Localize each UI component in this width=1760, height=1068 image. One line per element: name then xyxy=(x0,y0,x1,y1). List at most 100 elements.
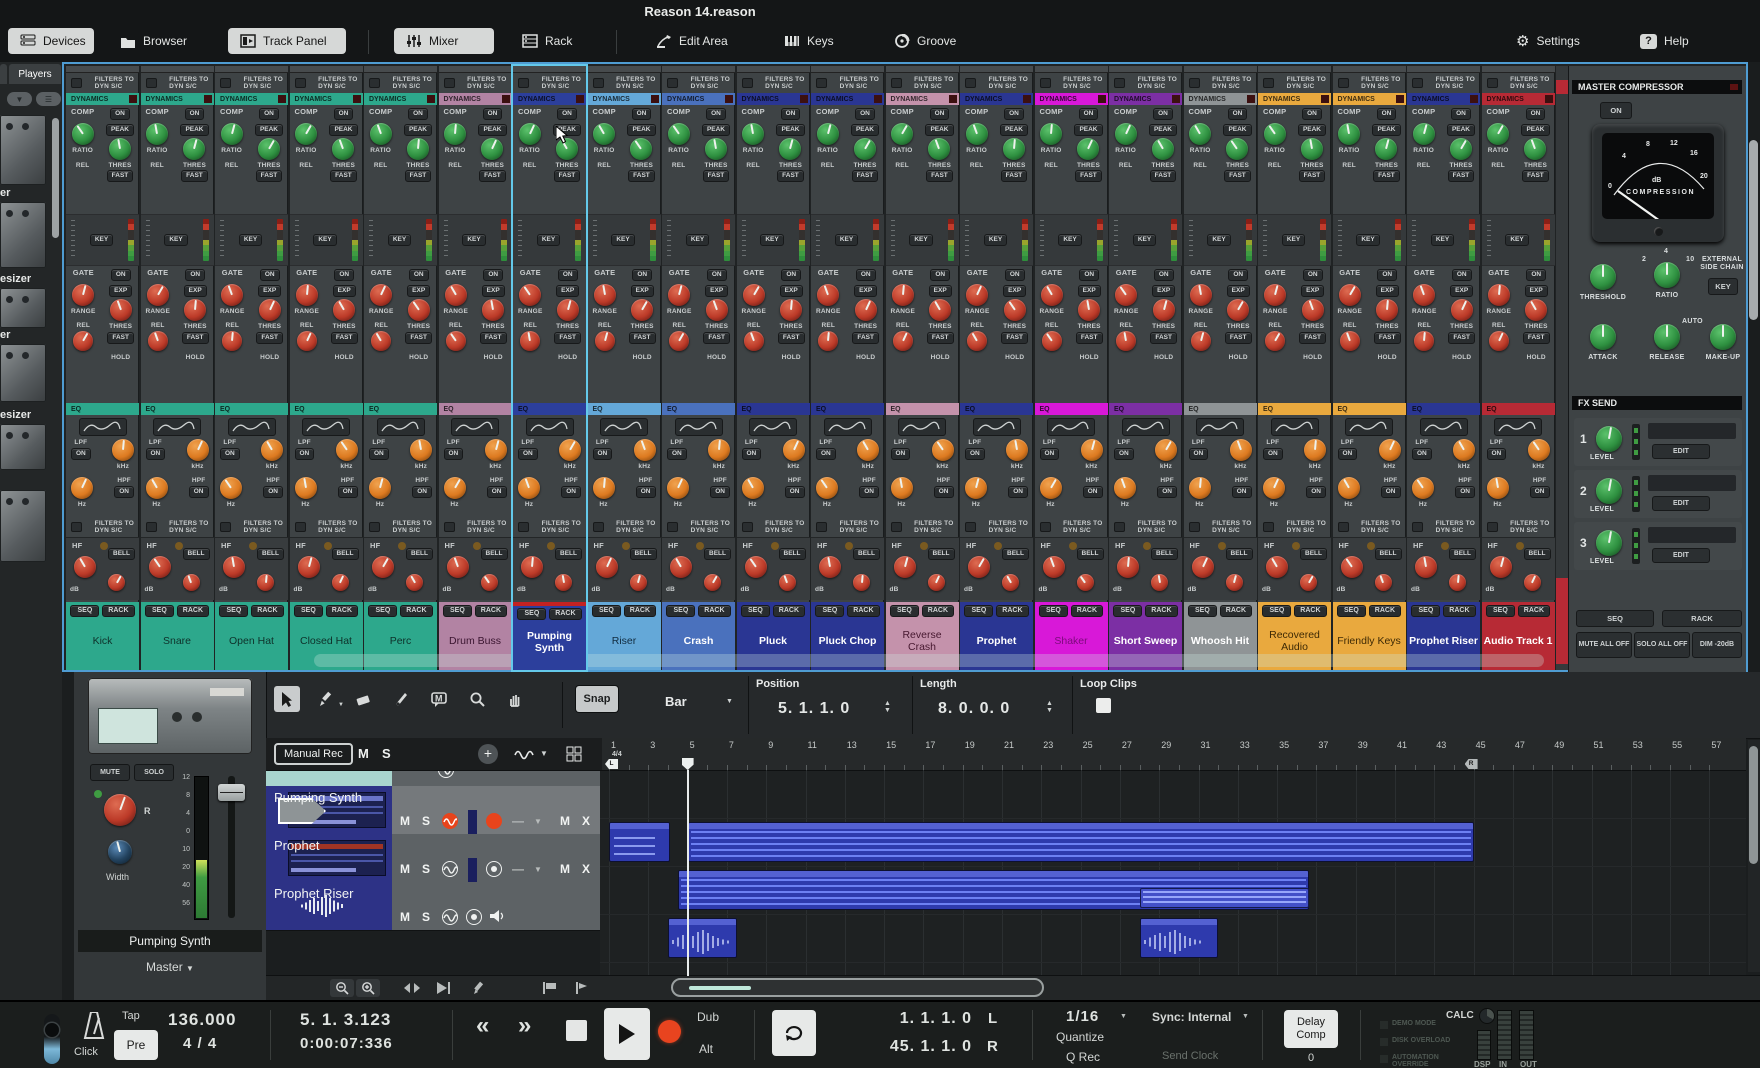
comp-on-button[interactable]: ON xyxy=(334,108,354,120)
send-name-slot[interactable] xyxy=(1648,475,1736,491)
fast-button[interactable]: FAST xyxy=(182,332,209,344)
bell-button[interactable]: BELL xyxy=(1300,548,1327,560)
knob[interactable] xyxy=(669,331,689,351)
song-position-bars[interactable]: 5. 1. 3.123 xyxy=(300,1010,391,1030)
master-ratio-knob[interactable] xyxy=(1654,262,1680,288)
eq-curve-button[interactable] xyxy=(228,418,276,436)
knob[interactable] xyxy=(593,123,615,145)
knob[interactable] xyxy=(745,556,767,578)
fast-button[interactable]: FAST xyxy=(703,170,730,182)
tab-partial[interactable] xyxy=(0,64,7,84)
knob[interactable] xyxy=(894,556,916,578)
peak-button[interactable]: PEAK xyxy=(627,124,655,136)
peak-button[interactable]: PEAK xyxy=(404,124,432,136)
fast-button[interactable]: FAST xyxy=(405,332,432,344)
comp-on-button[interactable]: ON xyxy=(1451,108,1471,120)
fast-button[interactable]: FAST xyxy=(1075,170,1102,182)
knob[interactable] xyxy=(1265,331,1285,351)
knob[interactable] xyxy=(297,331,317,351)
grid-value-dropdown[interactable]: Bar xyxy=(665,694,687,709)
automation-icon[interactable] xyxy=(514,747,534,761)
toolbar-button-groove[interactable]: Groove xyxy=(882,28,968,54)
knob[interactable] xyxy=(521,556,543,578)
eq-curve-button[interactable] xyxy=(749,418,797,436)
eq-curve-button[interactable] xyxy=(451,418,499,436)
fast-button[interactable]: FAST xyxy=(480,332,507,344)
knob[interactable] xyxy=(704,574,721,591)
gate-on-button[interactable]: ON xyxy=(632,269,652,281)
knob[interactable] xyxy=(1524,574,1541,591)
gate-on-button[interactable]: ON xyxy=(1526,269,1546,281)
knob[interactable] xyxy=(1152,138,1174,160)
exp-button[interactable]: EXP xyxy=(1227,285,1250,297)
exp-button[interactable]: EXP xyxy=(1301,285,1324,297)
lpf-on-button[interactable]: ON xyxy=(295,448,315,460)
master-comp-on-button[interactable]: ON xyxy=(1600,102,1632,119)
hf-mini-knob[interactable] xyxy=(547,542,555,550)
zoom-in-button[interactable] xyxy=(356,979,380,997)
rack-focus-button[interactable]: RACK xyxy=(1443,605,1475,617)
knob[interactable] xyxy=(893,331,913,351)
fast-button[interactable]: FAST xyxy=(628,170,655,182)
exp-button[interactable]: EXP xyxy=(407,285,430,297)
hf-mini-knob[interactable] xyxy=(1367,542,1375,550)
knob[interactable] xyxy=(109,138,131,160)
hf-mini-knob[interactable] xyxy=(1218,542,1226,550)
knob[interactable] xyxy=(932,439,954,461)
seq-focus-button[interactable]: SEQ xyxy=(219,605,248,617)
peak-button[interactable]: PEAK xyxy=(851,124,879,136)
knob[interactable] xyxy=(184,299,206,321)
fast-button[interactable]: FAST xyxy=(1224,170,1251,182)
filters-to-dyn-button[interactable] xyxy=(1412,522,1423,532)
key-button[interactable]: KEY xyxy=(909,234,932,246)
knob[interactable] xyxy=(110,299,132,321)
filters-to-dyn-button[interactable] xyxy=(1338,522,1349,532)
browser-collapse-button[interactable]: ▼ xyxy=(7,92,32,106)
knob[interactable] xyxy=(406,574,423,591)
knob[interactable] xyxy=(147,284,169,306)
fader-cap[interactable] xyxy=(218,784,245,801)
lpf-on-button[interactable]: ON xyxy=(965,448,985,460)
knob[interactable] xyxy=(1414,331,1434,351)
toolbar-button-devices[interactable]: Devices xyxy=(8,28,94,54)
filters-to-dyn-button[interactable] xyxy=(71,522,82,532)
track-solo-button[interactable]: S xyxy=(422,814,430,828)
key-button[interactable]: KEY xyxy=(1431,234,1454,246)
filters-to-dyn-button[interactable] xyxy=(965,522,976,532)
master-attack-knob[interactable] xyxy=(1590,324,1616,350)
eq-curve-button[interactable] xyxy=(1271,418,1319,436)
fast-button[interactable]: FAST xyxy=(927,332,954,344)
clip-sub[interactable] xyxy=(1140,888,1309,908)
hpf-on-button[interactable]: ON xyxy=(1083,486,1103,498)
flag-icon[interactable] xyxy=(570,979,594,997)
knob[interactable] xyxy=(668,123,690,145)
seq-focus-button[interactable]: SEQ xyxy=(890,605,919,617)
filters-to-dyn-button[interactable] xyxy=(295,78,306,88)
knob[interactable] xyxy=(1078,299,1100,321)
knob[interactable] xyxy=(1264,123,1286,145)
timeline-horizontal-scrollbar[interactable] xyxy=(671,978,1044,997)
knob[interactable] xyxy=(1341,556,1363,578)
knob[interactable] xyxy=(779,138,801,160)
knob[interactable] xyxy=(1339,284,1361,306)
knob[interactable] xyxy=(259,299,281,321)
lpf-on-button[interactable]: ON xyxy=(891,448,911,460)
peak-button[interactable]: PEAK xyxy=(106,124,134,136)
fast-button[interactable]: FAST xyxy=(181,170,208,182)
hf-mini-knob[interactable] xyxy=(398,542,406,550)
hpf-on-button[interactable]: ON xyxy=(189,486,209,498)
pencil-tool-icon[interactable] xyxy=(466,979,490,997)
exp-button[interactable]: EXP xyxy=(705,285,728,297)
filters-to-dyn-button[interactable] xyxy=(1114,78,1125,88)
hf-mini-knob[interactable] xyxy=(1069,542,1077,550)
knob[interactable] xyxy=(853,574,870,591)
hf-mini-knob[interactable] xyxy=(473,542,481,550)
gate-on-button[interactable]: ON xyxy=(1228,269,1248,281)
knob[interactable] xyxy=(634,439,656,461)
rack-focus-button[interactable]: RACK xyxy=(996,605,1028,617)
loop-left-value[interactable]: 1. 1. 1. 0 xyxy=(842,1010,972,1028)
knob[interactable] xyxy=(108,574,125,591)
toolbar-button-rack[interactable]: Rack xyxy=(510,28,586,54)
knob[interactable] xyxy=(1487,477,1509,499)
knob[interactable] xyxy=(258,138,280,160)
